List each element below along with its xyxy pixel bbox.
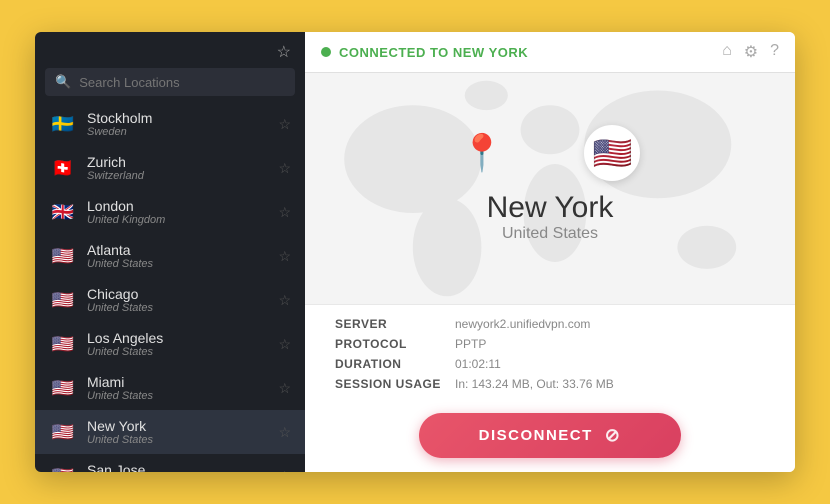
star-icon-miami[interactable]: ☆ bbox=[278, 380, 291, 397]
location-name-zurich: Zurich bbox=[87, 154, 278, 170]
location-pin-icon: 📍 bbox=[460, 132, 505, 174]
help-icon[interactable]: ? bbox=[770, 42, 779, 62]
location-item-san-jose[interactable]: 🇺🇸 San Jose United States ☆ bbox=[35, 454, 305, 472]
location-country-london: United Kingdom bbox=[87, 214, 278, 226]
sidebar-header: ☆ bbox=[35, 32, 305, 68]
location-country-new-york: United States bbox=[87, 434, 278, 446]
star-icon-san-jose[interactable]: ☆ bbox=[278, 468, 291, 473]
location-item-los-angeles[interactable]: 🇺🇸 Los Angeles United States ☆ bbox=[35, 322, 305, 366]
location-name-chicago: Chicago bbox=[87, 286, 278, 302]
info-table: SERVER newyork2.unifiedvpn.com PROTOCOL … bbox=[335, 317, 765, 391]
sidebar: ☆ 🔍 🇸🇪 Stockholm Sweden ☆ 🇨🇭 Zurich Swit… bbox=[35, 32, 305, 472]
location-country-zurich: Switzerland bbox=[87, 170, 278, 182]
location-item-new-york[interactable]: 🇺🇸 New York United States ☆ bbox=[35, 410, 305, 454]
disconnect-bar: DISCONNECT ⊘ bbox=[305, 403, 795, 472]
info-panel: SERVER newyork2.unifiedvpn.com PROTOCOL … bbox=[305, 304, 795, 403]
duration-value: 01:02:11 bbox=[455, 357, 765, 371]
map-area: 📍 🇺🇸 New York United States bbox=[305, 73, 795, 304]
location-name-atlanta: Atlanta bbox=[87, 242, 278, 258]
flag-los-angeles: 🇺🇸 bbox=[49, 330, 77, 358]
search-input[interactable] bbox=[79, 75, 285, 90]
location-name-san-jose: San Jose bbox=[87, 462, 278, 472]
flag-london: 🇬🇧 bbox=[49, 198, 77, 226]
location-info-stockholm: Stockholm Sweden bbox=[87, 110, 278, 138]
flag-zurich: 🇨🇭 bbox=[49, 154, 77, 182]
star-icon-zurich[interactable]: ☆ bbox=[278, 160, 291, 177]
city-name: New York bbox=[487, 191, 614, 225]
location-item-london[interactable]: 🇬🇧 London United Kingdom ☆ bbox=[35, 190, 305, 234]
location-info-zurich: Zurich Switzerland bbox=[87, 154, 278, 182]
top-icons: ⌂ ⚙ ? bbox=[722, 42, 779, 62]
location-name-stockholm: Stockholm bbox=[87, 110, 278, 126]
flag-stockholm: 🇸🇪 bbox=[49, 110, 77, 138]
flag-chicago: 🇺🇸 bbox=[49, 286, 77, 314]
location-item-zurich[interactable]: 🇨🇭 Zurich Switzerland ☆ bbox=[35, 146, 305, 190]
search-icon: 🔍 bbox=[55, 74, 71, 90]
star-icon-chicago[interactable]: ☆ bbox=[278, 292, 291, 309]
location-info-miami: Miami United States bbox=[87, 374, 278, 402]
location-item-chicago[interactable]: 🇺🇸 Chicago United States ☆ bbox=[35, 278, 305, 322]
location-item-atlanta[interactable]: 🇺🇸 Atlanta United States ☆ bbox=[35, 234, 305, 278]
protocol-label: PROTOCOL bbox=[335, 337, 455, 351]
location-country-atlanta: United States bbox=[87, 258, 278, 270]
duration-label: DURATION bbox=[335, 357, 455, 371]
connection-status: CONNECTED TO NEW YORK bbox=[321, 45, 528, 60]
flag-miami: 🇺🇸 bbox=[49, 374, 77, 402]
star-icon-new-york[interactable]: ☆ bbox=[278, 424, 291, 441]
location-item-stockholm[interactable]: 🇸🇪 Stockholm Sweden ☆ bbox=[35, 102, 305, 146]
location-info-atlanta: Atlanta United States bbox=[87, 242, 278, 270]
location-name-new-york: New York bbox=[87, 418, 278, 434]
location-info-san-jose: San Jose United States bbox=[87, 462, 278, 472]
country-name: United States bbox=[502, 225, 598, 243]
star-icon-atlanta[interactable]: ☆ bbox=[278, 248, 291, 265]
disconnect-button[interactable]: DISCONNECT ⊘ bbox=[419, 413, 682, 458]
map-content: 📍 🇺🇸 New York United States bbox=[460, 125, 641, 253]
location-info-los-angeles: Los Angeles United States bbox=[87, 330, 278, 358]
favorites-icon[interactable]: ☆ bbox=[277, 42, 291, 62]
star-icon-stockholm[interactable]: ☆ bbox=[278, 116, 291, 133]
flag-new-york: 🇺🇸 bbox=[49, 418, 77, 446]
session-label: SESSION USAGE bbox=[335, 377, 455, 391]
location-info-london: London United Kingdom bbox=[87, 198, 278, 226]
location-name-miami: Miami bbox=[87, 374, 278, 390]
main-panel: CONNECTED TO NEW YORK ⌂ ⚙ ? bbox=[305, 32, 795, 472]
server-label: SERVER bbox=[335, 317, 455, 331]
location-name-los-angeles: Los Angeles bbox=[87, 330, 278, 346]
location-info-chicago: Chicago United States bbox=[87, 286, 278, 314]
location-country-stockholm: Sweden bbox=[87, 126, 278, 138]
location-country-los-angeles: United States bbox=[87, 346, 278, 358]
location-name-london: London bbox=[87, 198, 278, 214]
search-bar: 🔍 bbox=[45, 68, 295, 96]
settings-icon[interactable]: ⚙ bbox=[744, 42, 758, 62]
app-window: ☆ 🔍 🇸🇪 Stockholm Sweden ☆ 🇨🇭 Zurich Swit… bbox=[35, 32, 795, 472]
protocol-value: PPTP bbox=[455, 337, 765, 351]
home-icon[interactable]: ⌂ bbox=[722, 42, 732, 62]
session-value: In: 143.24 MB, Out: 33.76 MB bbox=[455, 377, 765, 391]
flag-atlanta: 🇺🇸 bbox=[49, 242, 77, 270]
disconnect-label: DISCONNECT bbox=[479, 427, 593, 444]
top-bar: CONNECTED TO NEW YORK ⌂ ⚙ ? bbox=[305, 32, 795, 73]
location-list: 🇸🇪 Stockholm Sweden ☆ 🇨🇭 Zurich Switzerl… bbox=[35, 102, 305, 472]
star-icon-london[interactable]: ☆ bbox=[278, 204, 291, 221]
location-country-chicago: United States bbox=[87, 302, 278, 314]
location-country-miami: United States bbox=[87, 390, 278, 402]
country-flag-circle: 🇺🇸 bbox=[584, 125, 640, 181]
location-item-miami[interactable]: 🇺🇸 Miami United States ☆ bbox=[35, 366, 305, 410]
connection-status-text: CONNECTED TO NEW YORK bbox=[339, 45, 528, 60]
map-icons-row: 📍 🇺🇸 bbox=[460, 125, 641, 181]
flag-san-jose: 🇺🇸 bbox=[49, 462, 77, 472]
server-value: newyork2.unifiedvpn.com bbox=[455, 317, 765, 331]
location-info-new-york: New York United States bbox=[87, 418, 278, 446]
star-icon-los-angeles[interactable]: ☆ bbox=[278, 336, 291, 353]
disconnect-icon: ⊘ bbox=[605, 425, 622, 446]
status-dot bbox=[321, 47, 331, 57]
